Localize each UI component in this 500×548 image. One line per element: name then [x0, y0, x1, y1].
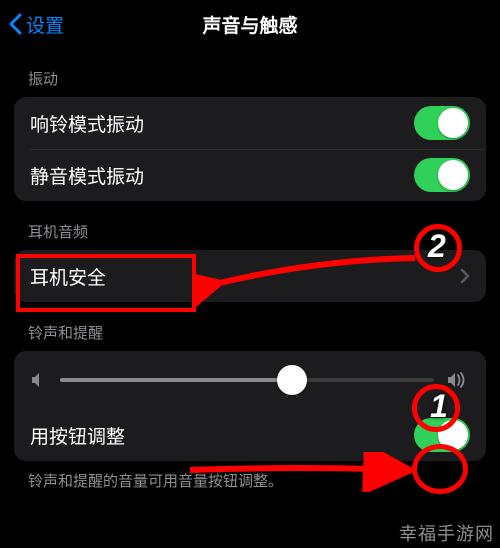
footer-note-ringer: 铃声和提醒的音量可用音量按钮调整。 — [0, 461, 500, 492]
chevron-right-icon — [460, 268, 470, 284]
section-header-ringer: 铃声和提醒 — [0, 302, 500, 351]
row-ring-vibrate[interactable]: 响铃模式振动 — [14, 97, 486, 149]
nav-back-button[interactable]: 设置 — [0, 11, 64, 38]
row-label: 响铃模式振动 — [30, 110, 144, 137]
row-label: 用按钮调整 — [30, 422, 125, 449]
volume-high-icon — [446, 371, 470, 389]
nav-back-label: 设置 — [26, 11, 64, 38]
group-vibration: 响铃模式振动 静音模式振动 — [14, 97, 486, 201]
watermark: 幸福手游网 — [399, 520, 494, 546]
row-headphone-safety[interactable]: 耳机安全 — [14, 250, 486, 302]
toggle-ring-vibrate[interactable] — [414, 106, 470, 140]
section-header-headphone: 耳机音频 — [0, 201, 500, 250]
volume-low-icon — [30, 371, 48, 389]
toggle-button-adjust[interactable] — [414, 418, 470, 452]
group-headphone: 耳机安全 — [14, 250, 486, 302]
row-ringer-slider — [14, 351, 486, 409]
page-title: 声音与触感 — [0, 11, 500, 38]
toggle-silent-vibrate[interactable] — [414, 158, 470, 192]
section-header-vibration: 振动 — [0, 48, 500, 97]
row-label: 耳机安全 — [30, 263, 106, 290]
row-silent-vibrate[interactable]: 静音模式振动 — [14, 149, 486, 201]
ringer-volume-slider[interactable] — [60, 365, 434, 395]
row-button-adjust[interactable]: 用按钮调整 — [14, 409, 486, 461]
chevron-left-icon — [8, 13, 22, 35]
row-label: 静音模式振动 — [30, 162, 144, 189]
group-ringer: 用按钮调整 — [14, 351, 486, 461]
